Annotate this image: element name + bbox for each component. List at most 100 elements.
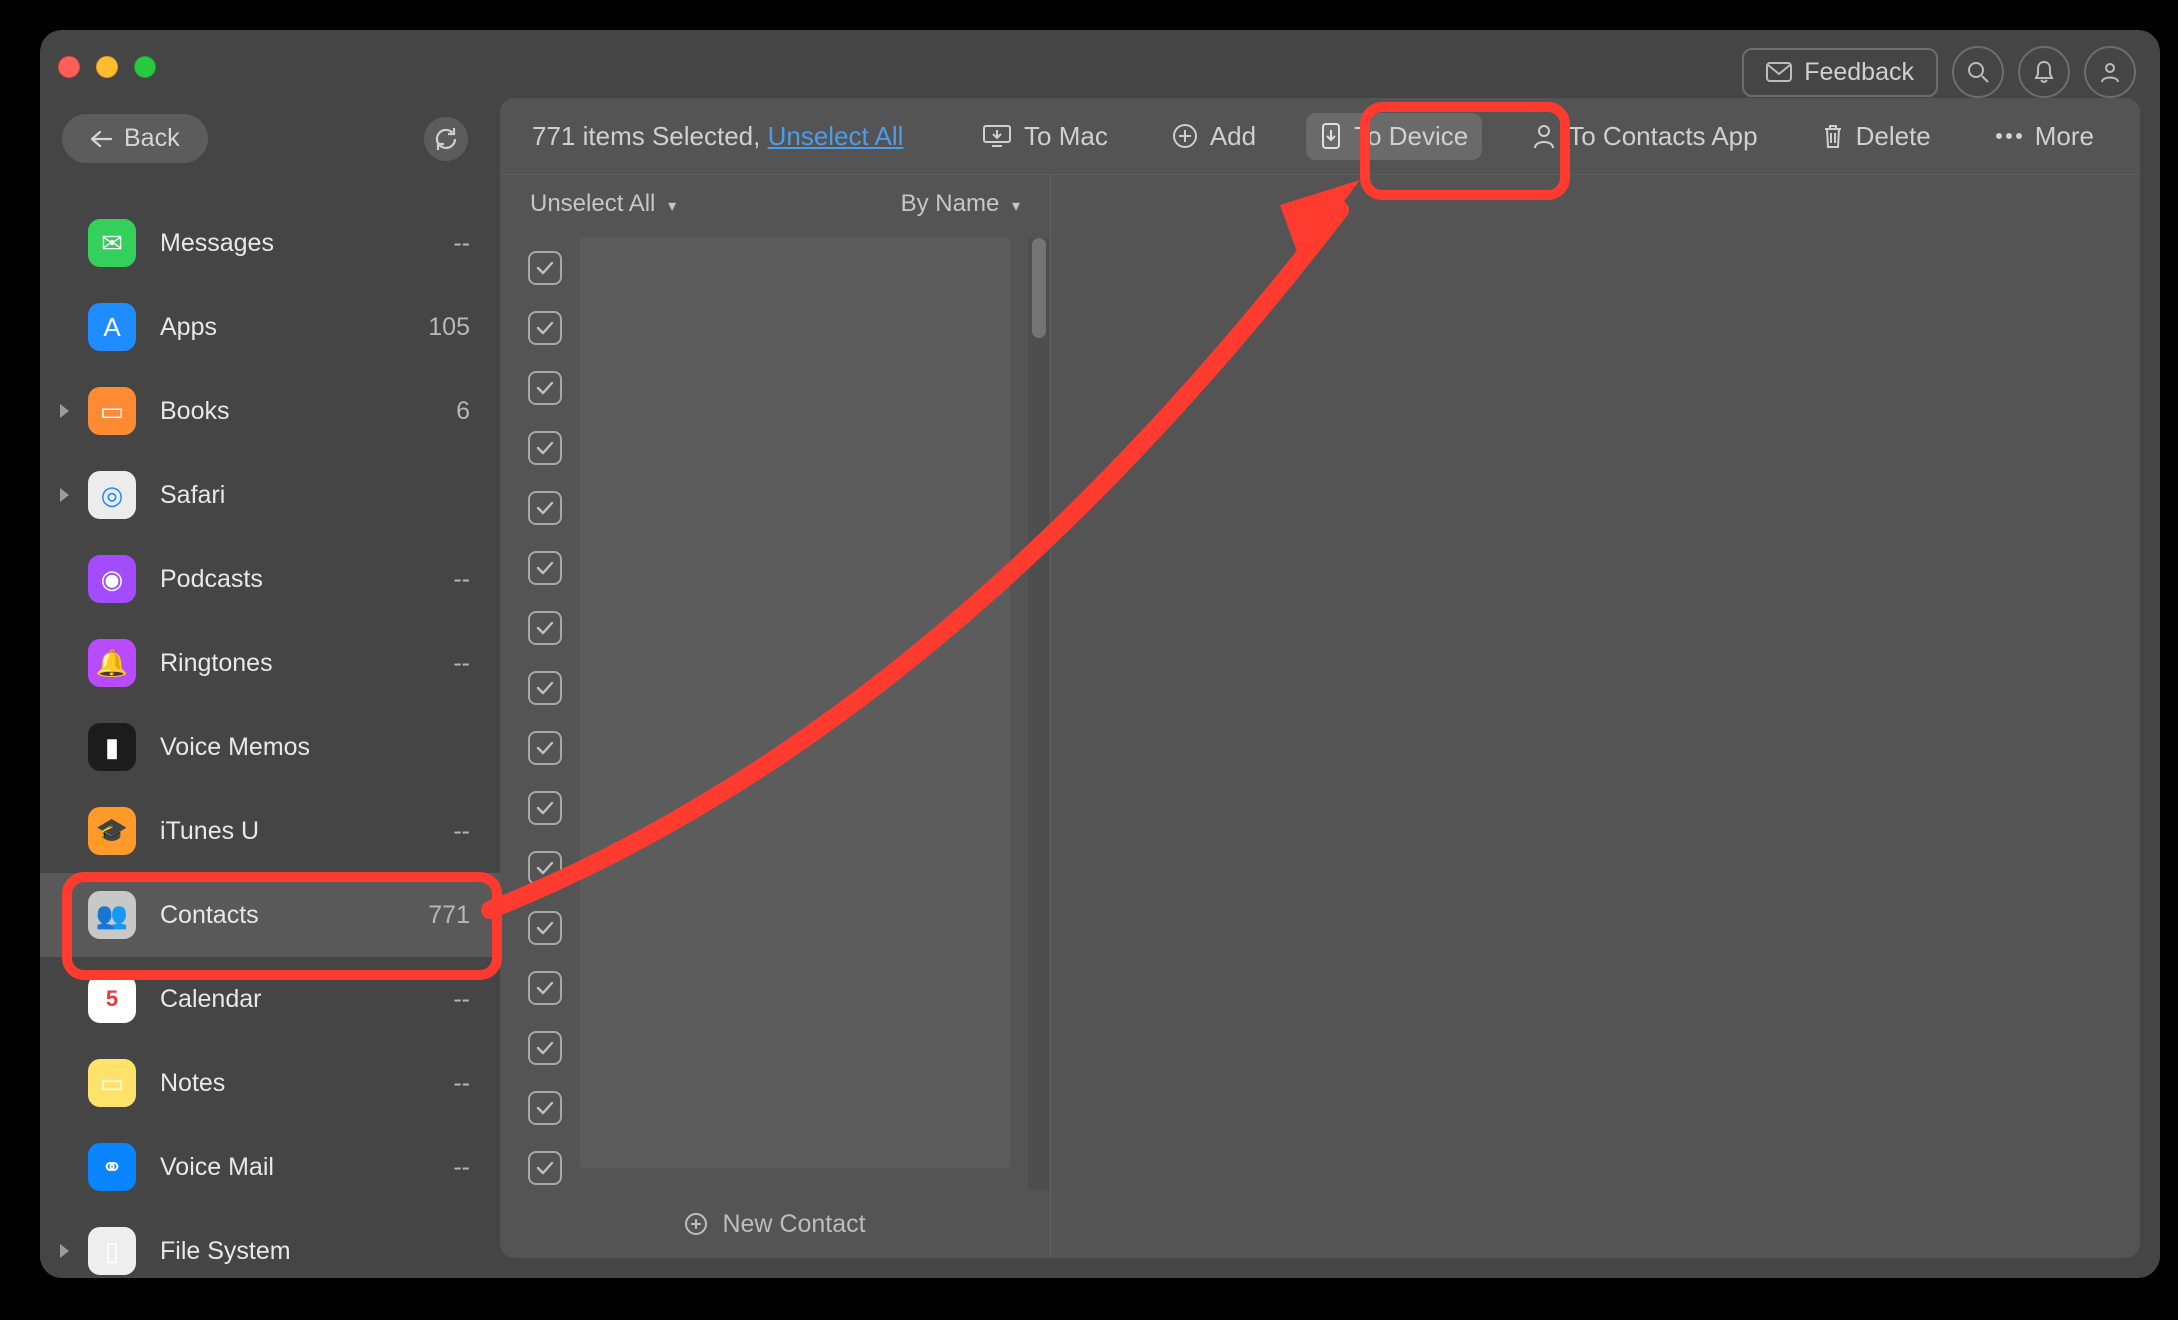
add-button[interactable]: Add [1158,113,1270,160]
feedback-button[interactable]: Feedback [1742,48,1938,97]
sidebar-item-podcasts[interactable]: ◉Podcasts-- [40,537,500,621]
main-panel: 771 items Selected, Unselect All To Mac … [500,98,2140,1258]
sidebar-item-contacts[interactable]: 👥Contacts771 [40,873,500,957]
sidebar-item-safari[interactable]: ◎Safari [40,453,500,537]
to-mac-icon [982,124,1012,148]
contact-row[interactable] [500,958,1050,1018]
sidebar-item-count: -- [453,985,470,1014]
contact-row[interactable] [500,1078,1050,1138]
close-window-button[interactable] [58,56,80,78]
refresh-button[interactable] [424,117,468,161]
to-device-button[interactable]: To Device [1306,113,1482,160]
sidebar-item-label: Messages [160,229,453,258]
row-checkbox[interactable] [528,551,562,585]
row-checkbox[interactable] [528,971,562,1005]
bell-icon [2033,60,2055,84]
delete-button[interactable]: Delete [1808,113,1945,160]
row-checkbox[interactable] [528,1151,562,1185]
new-contact-button[interactable]: New Contact [500,1190,1050,1258]
sidebar-item-calendar[interactable]: 5Calendar-- [40,957,500,1041]
contact-row[interactable] [500,598,1050,658]
to-mac-button[interactable]: To Mac [968,113,1122,160]
sidebar-item-label: Voice Mail [160,1153,453,1182]
add-label: Add [1210,121,1256,152]
contact-row[interactable] [500,238,1050,298]
row-checkbox[interactable] [528,251,562,285]
voice-mail-icon: ⚭ [88,1143,136,1191]
sidebar-item-count: -- [453,1153,470,1182]
sidebar-item-ringtones[interactable]: 🔔Ringtones-- [40,621,500,705]
contact-row[interactable] [500,478,1050,538]
mail-icon [1766,62,1792,82]
sidebar-item-label: Ringtones [160,649,453,678]
unselect-all-link[interactable]: Unselect All [768,121,904,151]
books-icon: ▭ [88,387,136,435]
contact-row[interactable] [500,538,1050,598]
unselect-all-dropdown[interactable]: Unselect All ▾ [530,190,676,218]
row-checkbox[interactable] [528,1091,562,1125]
feedback-label: Feedback [1804,58,1914,87]
search-button[interactable] [1952,46,2004,98]
more-button[interactable]: More [1981,113,2108,160]
contact-row[interactable] [500,898,1050,958]
to-device-label: To Device [1354,121,1468,152]
sidebar-item-apps[interactable]: AApps105 [40,285,500,369]
back-button[interactable]: Back [62,114,208,163]
new-contact-label: New Contact [722,1210,865,1239]
app-window: Feedback B [40,30,2160,1278]
sidebar-item-voice-mail[interactable]: ⚭ Voice Mail-- [40,1125,500,1209]
contact-row[interactable] [500,298,1050,358]
sidebar-item-label: Podcasts [160,565,453,594]
sidebar-item-label: Safari [160,481,470,510]
notifications-button[interactable] [2018,46,2070,98]
account-button[interactable] [2084,46,2136,98]
contact-row[interactable] [500,358,1050,418]
voice-memos-icon: ▮ [88,723,136,771]
sidebar-item-itunes-u[interactable]: 🎓iTunes U-- [40,789,500,873]
contact-row[interactable] [500,1018,1050,1078]
sort-dropdown[interactable]: By Name ▾ [901,190,1020,218]
window-controls [58,56,156,78]
chevron-right-icon [54,404,74,418]
sidebar-item-voice-memos[interactable]: ▮Voice Memos [40,705,500,789]
contact-row[interactable] [500,1138,1050,1190]
sidebar-item-label: Books [160,397,456,426]
contact-row[interactable] [500,658,1050,718]
row-checkbox[interactable] [528,371,562,405]
more-icon [1995,132,2023,140]
sidebar-item-messages[interactable]: ✉︎Messages-- [40,201,500,285]
contact-row[interactable] [500,778,1050,838]
contact-row[interactable] [500,418,1050,478]
plus-circle-icon [1172,123,1198,149]
row-checkbox[interactable] [528,431,562,465]
row-checkbox[interactable] [528,1031,562,1065]
sidebar-item-count: 771 [428,901,470,930]
scrollbar-thumb[interactable] [1032,238,1046,338]
row-checkbox[interactable] [528,491,562,525]
unselect-all-dropdown-label: Unselect All [530,190,655,217]
row-checkbox[interactable] [528,311,562,345]
sidebar-item-books[interactable]: ▭Books6 [40,369,500,453]
list-header: Unselect All ▾ By Name ▾ [500,174,1050,234]
row-checkbox[interactable] [528,791,562,825]
person-outline-icon [1532,123,1556,149]
row-checkbox[interactable] [528,671,562,705]
messages-icon: ✉︎ [88,219,136,267]
contact-row[interactable] [500,838,1050,898]
zoom-window-button[interactable] [134,56,156,78]
row-checkbox[interactable] [528,911,562,945]
minimize-window-button[interactable] [96,56,118,78]
row-checkbox[interactable] [528,851,562,885]
contacts-rows[interactable] [500,238,1050,1190]
sidebar-item-file-system[interactable]: ▯File System [40,1209,500,1278]
sidebar-item-notes[interactable]: ▭Notes-- [40,1041,500,1125]
sidebar-item-count: -- [453,1069,470,1098]
contact-row[interactable] [500,718,1050,778]
row-checkbox[interactable] [528,611,562,645]
sidebar-item-count: -- [453,817,470,846]
scrollbar-track[interactable] [1028,238,1050,1190]
row-checkbox[interactable] [528,731,562,765]
sidebar: Back ✉︎Messages--AApps105▭Books6◎Safari◉… [40,100,500,1278]
sidebar-item-count: 105 [428,313,470,342]
to-contacts-app-button[interactable]: To Contacts App [1518,113,1771,160]
